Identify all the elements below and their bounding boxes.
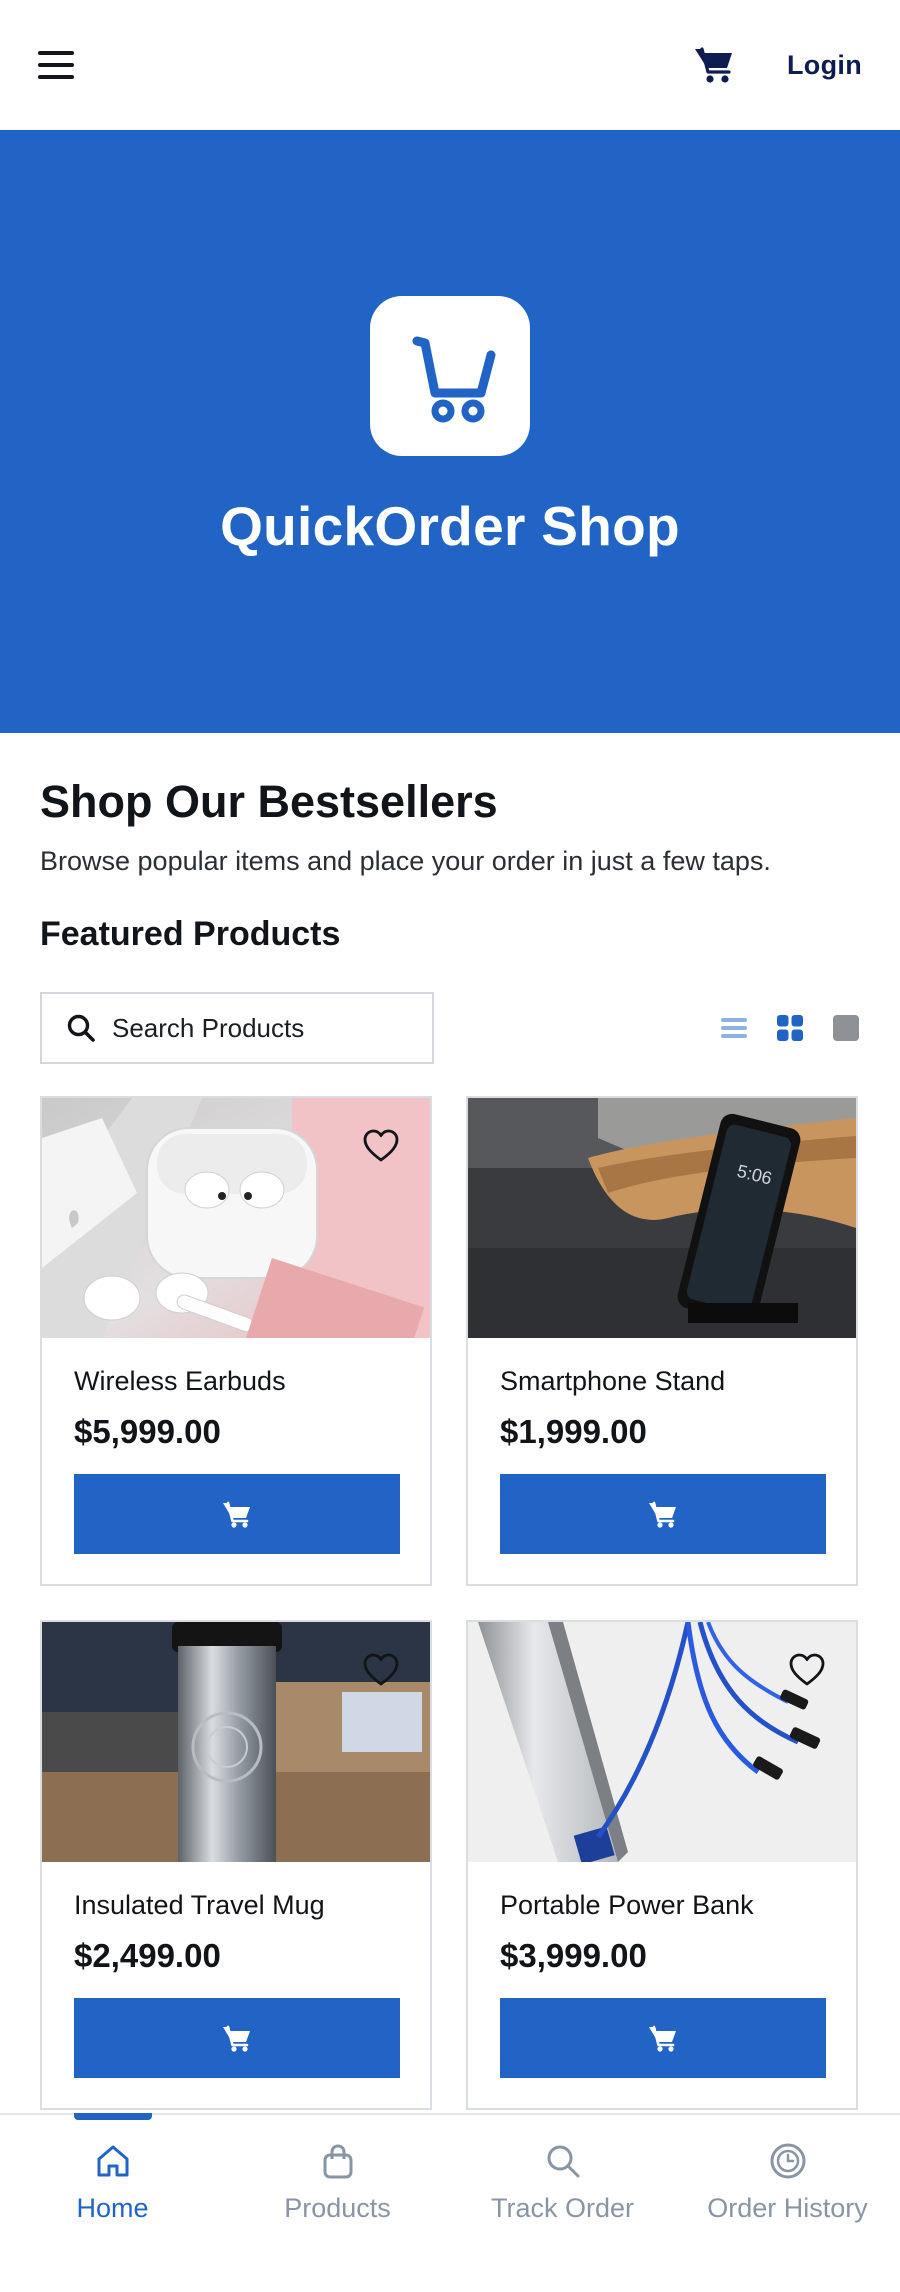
large-view-icon[interactable] — [832, 1014, 860, 1042]
clock-icon — [770, 2143, 805, 2179]
add-to-cart-button[interactable] — [500, 1998, 826, 2078]
add-to-cart-button[interactable] — [74, 1474, 400, 1554]
nav-order-history[interactable]: Order History — [675, 2115, 900, 2292]
nav-label: Track Order — [490, 2193, 634, 2223]
login-link[interactable]: Login — [787, 50, 862, 81]
top-app-bar: Login — [0, 0, 900, 130]
header-actions: Login — [693, 44, 862, 86]
product-card[interactable]: Portable Power Bank $3,999.00 — [466, 1620, 858, 2110]
heart-outline-icon[interactable] — [362, 1652, 400, 1688]
nav-label: Order History — [707, 2193, 868, 2223]
product-name: Wireless Earbuds — [74, 1366, 286, 1396]
add-to-cart-button[interactable] — [74, 1998, 400, 2078]
heart-outline-icon[interactable] — [362, 1128, 400, 1164]
active-indicator — [73, 2113, 152, 2120]
product-price: $1,999.00 — [500, 1413, 647, 1450]
view-mode-toggles — [720, 1014, 860, 1042]
product-card[interactable]: Wireless Earbuds $5,999.00 — [40, 1096, 432, 1586]
bottom-navigation: Home Products Track Order Order History — [0, 2113, 900, 2292]
featured-products-heading: Featured Products — [40, 915, 341, 953]
nav-home[interactable]: Home — [0, 2113, 225, 2292]
shopping-cart-icon[interactable] — [693, 44, 735, 86]
product-name: Insulated Travel Mug — [74, 1890, 325, 1920]
product-price: $3,999.00 — [500, 1937, 647, 1974]
nav-label: Products — [284, 2193, 391, 2223]
product-image-smartphone-stand[interactable]: 5:06 — [468, 1098, 856, 1338]
product-price: $2,499.00 — [74, 1937, 221, 1974]
search-input[interactable] — [112, 1012, 412, 1044]
product-image-earbuds[interactable] — [42, 1098, 430, 1338]
cart-icon — [223, 1501, 250, 1528]
main-content: Shop Our Bestsellers Browse popular item… — [40, 733, 860, 2110]
heart-outline-icon[interactable] — [788, 1652, 826, 1688]
cart-icon — [649, 2025, 676, 2052]
cart-icon — [649, 1501, 676, 1528]
search-icon — [547, 2145, 579, 2178]
nav-track-order[interactable]: Track Order — [450, 2115, 675, 2292]
hero-banner: QuickOrder Shop — [0, 130, 900, 733]
list-view-icon[interactable] — [720, 1014, 748, 1042]
cart-icon — [223, 2025, 250, 2052]
shop-title: QuickOrder Shop — [220, 494, 680, 557]
product-image-travel-mug[interactable] — [42, 1622, 430, 1862]
home-icon — [97, 2145, 128, 2177]
grid-view-icon[interactable] — [776, 1014, 804, 1042]
shopping-cart-icon — [412, 336, 496, 422]
product-grid: Wireless Earbuds $5,999.00 5:06 Smartpho… — [40, 1096, 860, 2110]
section-title: Shop Our Bestsellers — [40, 776, 498, 827]
product-name: Portable Power Bank — [500, 1890, 754, 1920]
search-box[interactable] — [40, 992, 434, 1064]
shop-logo — [370, 295, 530, 456]
shopping-bag-icon — [323, 2144, 352, 2179]
hamburger-menu-icon[interactable] — [38, 51, 74, 79]
nav-label: Home — [76, 2193, 149, 2223]
section-subtitle: Browse popular items and place your orde… — [40, 846, 771, 876]
product-card[interactable]: Insulated Travel Mug $2,499.00 — [40, 1620, 432, 2110]
product-name: Smartphone Stand — [500, 1366, 726, 1396]
product-toolbar — [40, 992, 860, 1064]
add-to-cart-button[interactable] — [500, 1474, 826, 1554]
nav-products[interactable]: Products — [225, 2115, 450, 2292]
product-image-power-bank[interactable] — [468, 1622, 856, 1862]
product-card[interactable]: 5:06 Smartphone Stand $1,999.00 — [466, 1096, 858, 1586]
product-price: $5,999.00 — [74, 1413, 221, 1450]
search-icon — [67, 1014, 95, 1042]
